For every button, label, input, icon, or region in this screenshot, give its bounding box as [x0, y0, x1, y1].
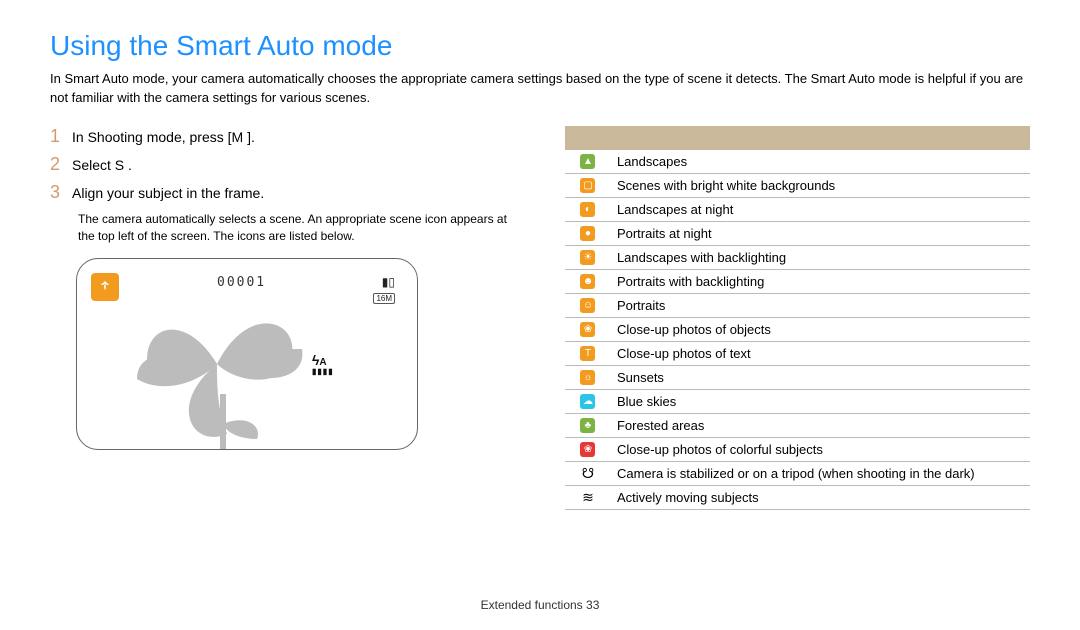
footer-section: Extended functions: [481, 598, 583, 612]
frame-counter: 00001: [217, 275, 266, 290]
table-row: ☋ Camera is stabilized or on a tripod (wh…: [565, 462, 1030, 486]
step-text: Align your subject in the frame.: [72, 182, 525, 204]
scene-description: Landscapes with backlighting: [611, 250, 1030, 265]
step-1: 1 In Shooting mode, press [M ].: [50, 126, 525, 148]
table-row: T Close-up photos of text: [565, 342, 1030, 366]
scene-icon-cell: T: [565, 346, 611, 361]
scene-description: Close-up photos of objects: [611, 322, 1030, 337]
table-row: ☼ Sunsets: [565, 366, 1030, 390]
table-row: ▢ Scenes with bright white backgrounds: [565, 174, 1030, 198]
scene-description: Portraits at night: [611, 226, 1030, 241]
page-title: Using the Smart Auto mode: [50, 30, 1030, 62]
scene-icon: ☀: [580, 250, 595, 265]
scene-description: Sunsets: [611, 370, 1030, 385]
table-row: ☀ Landscapes with backlighting: [565, 246, 1030, 270]
scene-icon-cell: ▲: [565, 154, 611, 169]
step-2: 2 Select S .: [50, 154, 525, 176]
scene-description: Forested areas: [611, 418, 1030, 433]
scene-description: Landscapes at night: [611, 202, 1030, 217]
table-row: ☻ Portraits with backlighting: [565, 270, 1030, 294]
step-3: 3 Align your subject in the frame.: [50, 182, 525, 204]
scene-description: Landscapes: [611, 154, 1030, 169]
scene-icon: ▲: [580, 154, 595, 169]
table-row: ☺ Portraits: [565, 294, 1030, 318]
table-row: ❀ Close-up photos of colorful subjects: [565, 438, 1030, 462]
table-row: ● Portraits at night: [565, 222, 1030, 246]
step-3-subtext: The camera automatically selects a scene…: [78, 211, 525, 246]
scene-icon: ☼: [580, 370, 595, 385]
resolution-badge: 16M: [373, 293, 395, 304]
table-row: ≋ Actively moving subjects: [565, 486, 1030, 510]
scene-icon-cell: ☺: [565, 298, 611, 313]
scene-icon-cell: ☻: [565, 274, 611, 289]
scene-icon: ◐: [580, 202, 595, 217]
table-row: ♣ Forested areas: [565, 414, 1030, 438]
scene-icon-cell: ☼: [565, 370, 611, 385]
scene-description: Camera is stabilized or on a tripod (whe…: [611, 466, 1030, 481]
scene-icon: ☺: [580, 298, 595, 313]
page-footer: Extended functions 33: [0, 598, 1080, 612]
scene-icon-cell: ☋: [565, 465, 611, 482]
scene-icon: ♣: [580, 418, 595, 433]
step-text: In Shooting mode, press [M ].: [72, 126, 525, 148]
scene-icon-cell: ≋: [565, 489, 611, 506]
scene-icon-cell: ♣: [565, 418, 611, 433]
icon-table: ▲ Landscapes ▢ Scenes with bright white bac…: [565, 126, 1030, 510]
table-row: ☁ Blue skies: [565, 390, 1030, 414]
table-row: ◐ Landscapes at night: [565, 198, 1030, 222]
step-text: Select S .: [72, 154, 525, 176]
scene-icon-cell: ◐: [565, 202, 611, 217]
table-row: ▲ Landscapes: [565, 150, 1030, 174]
scene-icon: ≋: [582, 489, 594, 506]
scene-description: Portraits with backlighting: [611, 274, 1030, 289]
step-number: 3: [50, 182, 72, 203]
step-list: 1 In Shooting mode, press [M ]. 2 Select…: [50, 126, 525, 246]
scene-icon-cell: ●: [565, 226, 611, 241]
scene-description: Close-up photos of text: [611, 346, 1030, 361]
scene-description: Blue skies: [611, 394, 1030, 409]
scene-icon-cell: ▢: [565, 178, 611, 193]
scene-icon-cell: ☀: [565, 250, 611, 265]
scene-description: Close-up photos of colorful subjects: [611, 442, 1030, 457]
camera-preview-screen: 00001 ▮▯ 16M ϟA ▮▮▮▮: [76, 258, 418, 450]
scene-icon-cell: ❀: [565, 442, 611, 457]
scene-icon: ▢: [580, 178, 595, 193]
scene-icon-cell: ☁: [565, 394, 611, 409]
scene-icon-cell: ❀: [565, 322, 611, 337]
top-right-indicators: ▮▯ 16M: [373, 275, 395, 306]
intro-paragraph: In Smart Auto mode, your camera automati…: [50, 70, 1030, 108]
scene-icon: ☻: [580, 274, 595, 289]
scene-icon: ☁: [580, 394, 595, 409]
flower-illustration: [107, 294, 327, 450]
manual-page: Using the Smart Auto mode In Smart Auto …: [0, 0, 1080, 630]
scene-icon: ❀: [580, 442, 595, 457]
scene-icon: T: [580, 346, 595, 361]
step-number: 1: [50, 126, 72, 147]
left-column: 1 In Shooting mode, press [M ]. 2 Select…: [50, 126, 525, 450]
footer-page-number: 33: [586, 598, 599, 612]
scene-icon: ❀: [580, 322, 595, 337]
content-columns: 1 In Shooting mode, press [M ]. 2 Select…: [50, 126, 1030, 510]
battery-icon: ▮▯: [382, 275, 395, 289]
table-row: ❀ Close-up photos of objects: [565, 318, 1030, 342]
scene-icon: ●: [580, 226, 595, 241]
scene-icon: ☋: [582, 465, 594, 482]
scene-description: Scenes with bright white backgrounds: [611, 178, 1030, 193]
scene-description: Portraits: [611, 298, 1030, 313]
table-header: [565, 126, 1030, 150]
scene-description: Actively moving subjects: [611, 490, 1030, 505]
step-number: 2: [50, 154, 72, 175]
